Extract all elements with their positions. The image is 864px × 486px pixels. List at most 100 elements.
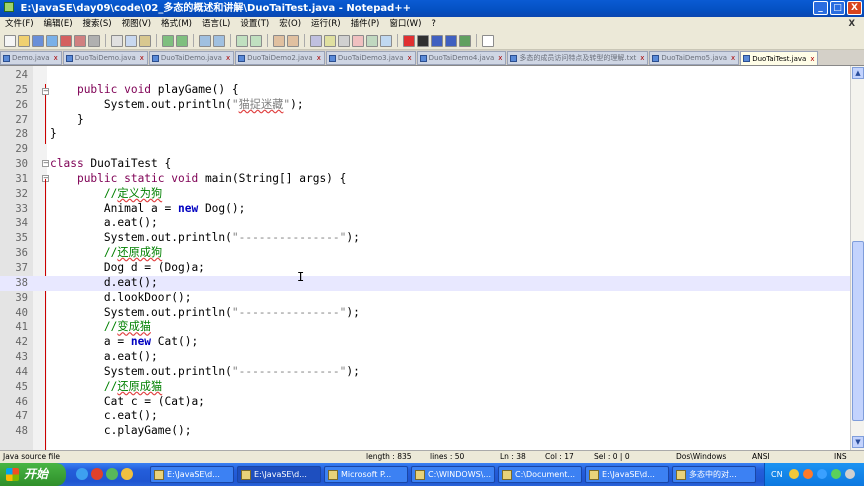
code-line[interactable]: 41 //变成猫	[0, 320, 850, 335]
undo-icon[interactable]	[162, 34, 174, 47]
tab-close-icon[interactable]: x	[140, 52, 144, 64]
indent-guide-icon[interactable]	[338, 34, 350, 47]
tab-3[interactable]: DuoTaiDemo2.java x	[235, 51, 325, 65]
cut-icon[interactable]	[111, 34, 123, 47]
code-line[interactable]: 28}	[0, 127, 850, 142]
tray-volume-icon[interactable]	[845, 469, 855, 479]
code-line[interactable]: 35 System.out.println("---------------")…	[0, 231, 850, 246]
scrollbar-thumb[interactable]	[852, 241, 864, 421]
code-line[interactable]: 39 d.lookDoor();	[0, 291, 850, 306]
taskbar-button[interactable]: Microsoft P...	[324, 466, 408, 483]
tab-6[interactable]: 多态的成员访问特点及转型的理解.txt x	[507, 51, 649, 65]
menu-close-doc-button[interactable]: X	[843, 17, 860, 32]
taskbar-button[interactable]: 多态中的对...	[672, 466, 756, 483]
code-line[interactable]: 25 public void playGame() {	[0, 83, 850, 98]
stop-icon[interactable]	[417, 34, 429, 47]
sync-h-icon[interactable]	[287, 34, 299, 47]
input-language-indicator[interactable]: CN	[771, 463, 783, 486]
code-line[interactable]: 48 c.playGame();	[0, 424, 850, 439]
tray-app-icon[interactable]	[789, 469, 799, 479]
tab-1[interactable]: DuoTaiDemo.java x	[62, 51, 148, 65]
start-button[interactable]: 开始	[0, 463, 66, 486]
paste-icon[interactable]	[139, 34, 151, 47]
redo-icon[interactable]	[176, 34, 188, 47]
close-icon[interactable]	[60, 34, 72, 47]
tab-8[interactable]: DuoTaiTest.java x	[740, 51, 819, 65]
menu-file[interactable]: 文件(F)	[0, 19, 39, 29]
code-line[interactable]: 24	[0, 68, 850, 83]
tab-close-icon[interactable]: x	[317, 52, 321, 64]
scroll-down-arrow-icon[interactable]: ▼	[852, 436, 864, 448]
open-icon[interactable]	[18, 34, 30, 47]
find-icon[interactable]	[199, 34, 211, 47]
code-line[interactable]: 46 Cat c = (Cat)a;	[0, 395, 850, 410]
menu-window[interactable]: 窗口(W)	[384, 19, 426, 29]
scroll-up-arrow-icon[interactable]: ▲	[852, 67, 864, 79]
tab-close-icon[interactable]: x	[407, 52, 411, 64]
all-chars-icon[interactable]	[324, 34, 336, 47]
function-list-icon[interactable]	[380, 34, 392, 47]
code-line[interactable]: 34 a.eat();	[0, 216, 850, 231]
code-line[interactable]: 36 //还原成狗	[0, 246, 850, 261]
tab-close-icon[interactable]: x	[54, 52, 58, 64]
browser-icon[interactable]	[106, 468, 118, 480]
tab-0[interactable]: Demo.java x	[0, 51, 62, 65]
tab-2[interactable]: DuoTaiDemo.java x	[148, 51, 235, 65]
play-multi-icon[interactable]	[445, 34, 457, 47]
tab-close-icon[interactable]: x	[640, 52, 644, 64]
tab-5[interactable]: DuoTaiDemo4.java x	[416, 51, 507, 65]
replace-icon[interactable]	[213, 34, 225, 47]
play-icon[interactable]	[431, 34, 443, 47]
close-button[interactable]: X	[847, 1, 862, 15]
tab-close-icon[interactable]: x	[498, 52, 502, 64]
maximize-button[interactable]: □	[830, 1, 845, 15]
menu-format[interactable]: 格式(M)	[156, 19, 197, 29]
code-line[interactable]: 43 a.eat();	[0, 350, 850, 365]
record-icon[interactable]	[403, 34, 415, 47]
tab-close-icon[interactable]: x	[226, 52, 230, 64]
menu-settings[interactable]: 设置(T)	[235, 19, 274, 29]
tab-4[interactable]: DuoTaiDemo3.java x	[325, 51, 416, 65]
save-macro-icon[interactable]	[459, 34, 471, 47]
save-icon[interactable]	[32, 34, 44, 47]
taskbar-button[interactable]: E:\JavaSE\d...	[150, 466, 234, 483]
tray-app-icon[interactable]	[831, 469, 841, 479]
code-line[interactable]: 44 System.out.println("---------------")…	[0, 365, 850, 380]
sync-v-icon[interactable]	[273, 34, 285, 47]
menu-language[interactable]: 语言(L)	[197, 19, 235, 29]
code-line[interactable]: 27 }	[0, 113, 850, 128]
folder-icon[interactable]	[121, 468, 133, 480]
new-icon[interactable]	[4, 34, 16, 47]
tab-close-icon[interactable]: x	[731, 52, 735, 64]
code-line[interactable]: 31 public static void main(String[] args…	[0, 172, 850, 187]
code-editor[interactable]: − − − 24 25 public void playGame() {26 Sy…	[0, 66, 864, 450]
close-all-icon[interactable]	[74, 34, 86, 47]
tray-app-icon[interactable]	[803, 469, 813, 479]
code-line[interactable]: 47 c.eat();	[0, 409, 850, 424]
code-line[interactable]: 29	[0, 142, 850, 157]
code-line[interactable]: 42 a = new Cat();	[0, 335, 850, 350]
wrap-icon[interactable]	[310, 34, 322, 47]
tray-app-icon[interactable]	[817, 469, 827, 479]
spellcheck-icon[interactable]	[482, 34, 494, 47]
code-line[interactable]: 38 d.eat();	[0, 275, 850, 291]
code-line[interactable]: 33 Animal a = new Dog();	[0, 202, 850, 217]
tab-close-icon[interactable]: x	[810, 53, 814, 65]
minimize-button[interactable]: _	[813, 1, 828, 15]
code-line[interactable]: 30 class DuoTaiTest {	[0, 157, 850, 172]
copy-icon[interactable]	[125, 34, 137, 47]
ie-icon[interactable]	[76, 468, 88, 480]
media-icon[interactable]	[91, 468, 103, 480]
zoom-out-icon[interactable]	[250, 34, 262, 47]
menu-macro[interactable]: 宏(O)	[274, 19, 306, 29]
menu-search[interactable]: 搜索(S)	[78, 19, 117, 29]
taskbar-button[interactable]: E:\JavaSE\d...	[585, 466, 669, 483]
doc-map-icon[interactable]	[366, 34, 378, 47]
save-all-icon[interactable]	[46, 34, 58, 47]
code-line[interactable]: 32 //定义为狗	[0, 187, 850, 202]
menu-help[interactable]: ?	[426, 19, 441, 29]
tab-7[interactable]: DuoTaiDemo5.java x	[649, 51, 740, 65]
code-line[interactable]: 37 Dog d = (Dog)a;	[0, 261, 850, 276]
zoom-in-icon[interactable]	[236, 34, 248, 47]
menu-view[interactable]: 视图(V)	[117, 19, 156, 29]
